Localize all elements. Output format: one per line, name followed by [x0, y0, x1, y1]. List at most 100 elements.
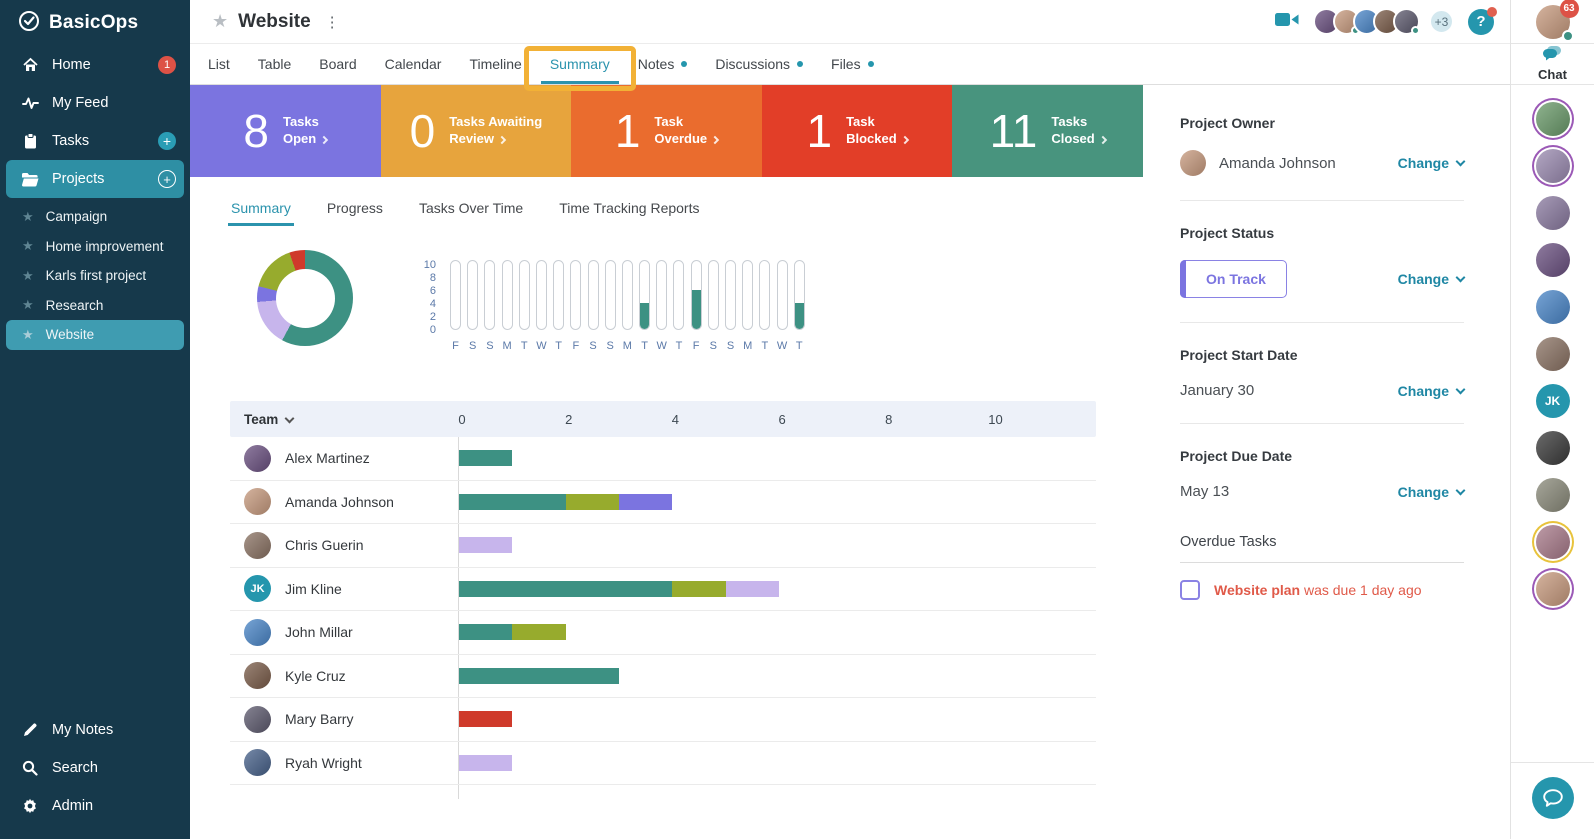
current-user-avatar[interactable]: 63	[1536, 5, 1570, 39]
day-bar	[742, 260, 753, 330]
team-row[interactable]: John Millar	[230, 611, 1096, 655]
day-label: T	[759, 340, 770, 352]
chat-member[interactable]	[1536, 189, 1570, 236]
chat-member[interactable]	[1536, 142, 1570, 189]
tab-list[interactable]: List	[194, 44, 244, 84]
change-owner-button[interactable]: Change	[1398, 155, 1464, 171]
tab-calendar[interactable]: Calendar	[371, 44, 456, 84]
sidebar-item-my-feed[interactable]: My Feed	[0, 84, 190, 122]
avatar-overflow-count[interactable]: +3	[1429, 9, 1454, 34]
tab-table[interactable]: Table	[244, 44, 305, 84]
chevron-down-icon[interactable]	[285, 414, 295, 424]
tab-files[interactable]: Files	[817, 44, 888, 84]
app-logo[interactable]: BasicOps	[0, 0, 190, 46]
subtab-summary[interactable]: Summary	[231, 200, 291, 226]
tab-label: Files	[831, 56, 861, 72]
video-call-icon[interactable]	[1275, 11, 1299, 33]
y-tick-label: 6	[430, 285, 436, 297]
sidebar-project-karls-first-project[interactable]: ★Karls first project	[0, 261, 190, 291]
chat-member-avatar[interactable]	[1536, 149, 1570, 183]
chat-member[interactable]	[1536, 471, 1570, 518]
chat-member-avatar[interactable]	[1536, 196, 1570, 230]
chat-member[interactable]: JK	[1536, 377, 1570, 424]
tab-timeline[interactable]: Timeline	[455, 44, 535, 84]
day-bar	[759, 260, 770, 330]
stat-card-task-overdue[interactable]: 1Task Overdue	[571, 85, 762, 177]
member-avatar-stack[interactable]	[1313, 8, 1420, 35]
chat-member-avatar[interactable]	[1536, 243, 1570, 277]
stat-card-tasks-awaiting-review[interactable]: 0Tasks Awaiting Review	[381, 85, 572, 177]
divider	[1180, 423, 1464, 424]
team-column-header[interactable]: Team	[244, 412, 278, 427]
sidebar-item-home[interactable]: Home1	[0, 46, 190, 84]
more-options-icon[interactable]: ⋮	[325, 13, 340, 31]
chat-member-avatar[interactable]	[1536, 525, 1570, 559]
chat-member[interactable]	[1536, 518, 1570, 565]
subtab-time-tracking-reports[interactable]: Time Tracking Reports	[559, 200, 699, 226]
sidebar-item-search[interactable]: Search	[0, 749, 190, 787]
team-row[interactable]: Amanda Johnson	[230, 481, 1096, 525]
project-name: Campaign	[46, 209, 108, 224]
subtab-tasks-over-time[interactable]: Tasks Over Time	[419, 200, 523, 226]
team-row[interactable]: Alex Martinez	[230, 437, 1096, 481]
status-badge[interactable]: On Track	[1180, 260, 1287, 298]
tasks-over-time-chart: 1086420 FSSMTWTFSSMTWTFSSMTWT	[416, 260, 805, 352]
sidebar-project-research[interactable]: ★Research	[0, 291, 190, 321]
chat-member[interactable]	[1536, 330, 1570, 377]
sidebar-item-tasks[interactable]: Tasks+	[0, 122, 190, 160]
sidebar-item-my-notes[interactable]: My Notes	[0, 711, 190, 749]
team-row[interactable]: Mary Barry	[230, 698, 1096, 742]
sidebar-item-projects[interactable]: Projects+	[6, 160, 184, 198]
add-projects-button[interactable]: +	[158, 170, 176, 188]
chat-member-avatar[interactable]	[1536, 290, 1570, 324]
member-name: Amanda Johnson	[285, 494, 394, 510]
member-avatar[interactable]	[1393, 8, 1420, 35]
tab-board[interactable]: Board	[305, 44, 370, 84]
sidebar-item-admin[interactable]: Admin	[0, 787, 190, 825]
sidebar-project-home-improvement[interactable]: ★Home improvement	[0, 232, 190, 262]
chat-member[interactable]	[1536, 565, 1570, 612]
chat-member-avatar[interactable]	[1536, 478, 1570, 512]
add-tasks-button[interactable]: +	[158, 132, 176, 150]
subtab-progress[interactable]: Progress	[327, 200, 383, 226]
stat-card-tasks-open[interactable]: 8Tasks Open	[190, 85, 381, 177]
team-row[interactable]: Kyle Cruz	[230, 655, 1096, 699]
tab-notes[interactable]: Notes	[624, 44, 702, 84]
member-avatar	[244, 532, 271, 559]
sidebar-footer: My NotesSearchAdmin	[0, 711, 190, 825]
favorite-star-icon[interactable]: ★	[212, 11, 228, 32]
stat-card-task-blocked[interactable]: 1Task Blocked	[762, 85, 953, 177]
chat-member-avatar[interactable]	[1536, 572, 1570, 606]
chat-member-avatar[interactable]	[1536, 102, 1570, 136]
chat-member-avatar[interactable]: JK	[1536, 384, 1570, 418]
day-label: S	[725, 340, 736, 352]
chat-header[interactable]: Chat	[1511, 44, 1594, 85]
team-row[interactable]: Ryah Wright	[230, 742, 1096, 786]
sidebar-project-campaign[interactable]: ★Campaign	[0, 202, 190, 232]
chat-member-avatar[interactable]	[1536, 337, 1570, 371]
day-label: T	[553, 340, 564, 352]
change-start-date-button[interactable]: Change	[1398, 383, 1464, 399]
help-button[interactable]: ?	[1468, 9, 1494, 35]
stacked-bar	[459, 537, 512, 553]
change-due-date-button[interactable]: Change	[1398, 484, 1464, 500]
chat-member[interactable]	[1536, 95, 1570, 142]
chat-member[interactable]	[1536, 283, 1570, 330]
stat-card-tasks-closed[interactable]: 11Tasks Closed	[952, 85, 1143, 177]
team-row[interactable]: Chris Guerin	[230, 524, 1096, 568]
tab-summary[interactable]: Summary	[536, 44, 624, 84]
chat-member[interactable]	[1536, 236, 1570, 283]
open-chat-button[interactable]	[1532, 777, 1574, 819]
task-checkbox[interactable]	[1180, 580, 1200, 600]
day-label: F	[691, 340, 702, 352]
bar-segment	[512, 624, 565, 640]
team-row[interactable]: JKJim Kline	[230, 568, 1096, 612]
chat-member[interactable]	[1536, 424, 1570, 471]
overdue-task-text[interactable]: Website plan was due 1 day ago	[1214, 582, 1422, 598]
content-area: 8Tasks Open0Tasks Awaiting Review1Task O…	[190, 85, 1510, 839]
stacked-bar	[459, 450, 512, 466]
tab-discussions[interactable]: Discussions	[701, 44, 817, 84]
change-status-button[interactable]: Change	[1398, 271, 1464, 287]
chat-member-avatar[interactable]	[1536, 431, 1570, 465]
sidebar-project-website[interactable]: ★Website	[6, 320, 184, 350]
